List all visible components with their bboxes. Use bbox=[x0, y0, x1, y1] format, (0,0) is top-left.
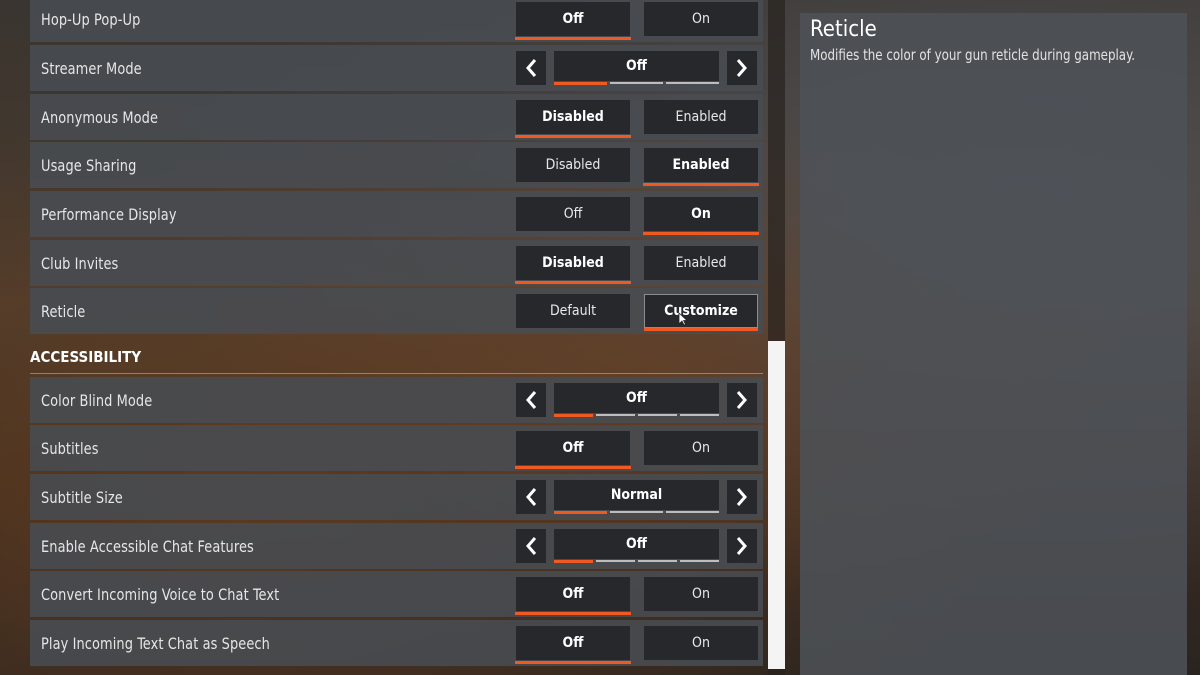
carousel-pip bbox=[554, 560, 593, 563]
carousel-pip bbox=[638, 414, 677, 416]
setting-row-color-blind-mode: Color Blind Mode Off bbox=[30, 377, 763, 423]
option-on-button[interactable]: On bbox=[644, 577, 758, 611]
carousel-pip bbox=[680, 560, 719, 562]
setting-label: Subtitles bbox=[41, 438, 99, 458]
carousel-pip bbox=[666, 511, 719, 513]
description-panel: Reticle Modifies the color of your gun r… bbox=[800, 13, 1187, 675]
option-off-button[interactable]: Off bbox=[516, 197, 630, 231]
carousel-indicator bbox=[554, 560, 719, 563]
carousel-pip bbox=[554, 414, 593, 417]
option-disabled-button[interactable]: Disabled bbox=[516, 148, 630, 182]
description-text: Modifies the color of your gun reticle d… bbox=[810, 46, 1135, 64]
carousel-pip bbox=[666, 82, 719, 84]
setting-row-usage-sharing: Usage Sharing Disabled Enabled bbox=[30, 142, 763, 188]
option-disabled-button[interactable]: Disabled bbox=[515, 246, 631, 284]
carousel-value: Off bbox=[554, 383, 719, 413]
option-default-button[interactable]: Default bbox=[516, 294, 630, 328]
carousel-indicator bbox=[554, 511, 719, 514]
description-title: Reticle bbox=[810, 17, 877, 42]
scrollbar-thumb[interactable] bbox=[768, 341, 785, 669]
option-enabled-button[interactable]: Enabled bbox=[644, 100, 758, 134]
setting-label: Club Invites bbox=[41, 253, 119, 273]
carousel-value: Normal bbox=[554, 480, 719, 510]
carousel-pip bbox=[610, 511, 663, 513]
setting-label: Color Blind Mode bbox=[41, 390, 153, 410]
setting-label: Streamer Mode bbox=[41, 58, 142, 78]
setting-row-convert-incoming-voice-to-chat-text: Convert Incoming Voice to Chat Text Off On bbox=[30, 571, 763, 617]
setting-row-streamer-mode: Streamer Mode Off bbox=[30, 45, 763, 91]
carousel-pip bbox=[680, 414, 719, 416]
chevron-right-icon[interactable] bbox=[727, 383, 757, 417]
setting-row-subtitles: Subtitles Off On bbox=[30, 425, 763, 471]
carousel-pip bbox=[554, 511, 607, 514]
setting-row-club-invites: Club Invites Disabled Enabled bbox=[30, 240, 763, 286]
chevron-left-icon[interactable] bbox=[516, 529, 546, 563]
setting-label: Performance Display bbox=[41, 204, 177, 224]
setting-label: Hop-Up Pop-Up bbox=[41, 9, 141, 29]
option-off-button[interactable]: Off bbox=[515, 2, 631, 40]
option-on-button[interactable]: On bbox=[644, 431, 758, 465]
option-disabled-button[interactable]: Disabled bbox=[515, 100, 631, 138]
setting-row-hop-up-pop-up: Hop-Up Pop-Up Off On bbox=[30, 0, 763, 42]
option-enabled-button[interactable]: Enabled bbox=[644, 246, 758, 280]
setting-label: Play Incoming Text Chat as Speech bbox=[41, 633, 270, 653]
chevron-right-icon[interactable] bbox=[727, 529, 757, 563]
setting-label: Anonymous Mode bbox=[41, 107, 159, 127]
setting-row-reticle: Reticle Default Customize bbox=[30, 288, 763, 334]
option-on-button[interactable]: On bbox=[644, 626, 758, 660]
option-on-button[interactable]: On bbox=[644, 2, 758, 36]
option-off-button[interactable]: Off bbox=[515, 431, 631, 469]
setting-row-play-incoming-text-chat-as-speech: Play Incoming Text Chat as Speech Off On bbox=[30, 620, 763, 666]
carousel-pip bbox=[638, 560, 677, 562]
setting-row-enable-accessible-chat-features: Enable Accessible Chat Features Off bbox=[30, 523, 763, 569]
carousel-indicator bbox=[554, 82, 719, 85]
setting-row-performance-display: Performance Display Off On bbox=[30, 191, 763, 237]
option-enabled-button[interactable]: Enabled bbox=[643, 148, 759, 186]
carousel-pip bbox=[596, 414, 635, 416]
option-off-button[interactable]: Off bbox=[515, 626, 631, 664]
chevron-left-icon[interactable] bbox=[516, 383, 546, 417]
setting-label: Reticle bbox=[41, 301, 86, 321]
setting-label: Subtitle Size bbox=[41, 487, 123, 507]
carousel-value: Off bbox=[554, 51, 719, 81]
carousel-pip bbox=[596, 560, 635, 562]
carousel-indicator bbox=[554, 414, 719, 417]
chevron-left-icon[interactable] bbox=[516, 480, 546, 514]
option-off-button[interactable]: Off bbox=[515, 577, 631, 615]
carousel-pip bbox=[554, 82, 607, 85]
mouse-cursor-icon bbox=[678, 312, 688, 326]
setting-label: Usage Sharing bbox=[41, 155, 137, 175]
setting-label: Enable Accessible Chat Features bbox=[41, 536, 254, 556]
chevron-right-icon[interactable] bbox=[727, 51, 757, 85]
option-customize-button[interactable]: Customize bbox=[644, 294, 758, 331]
setting-label: Convert Incoming Voice to Chat Text bbox=[41, 584, 280, 604]
carousel-value: Off bbox=[554, 529, 719, 559]
chevron-left-icon[interactable] bbox=[516, 51, 546, 85]
carousel-pip bbox=[610, 82, 663, 84]
chevron-right-icon[interactable] bbox=[727, 480, 757, 514]
setting-row-subtitle-size: Subtitle Size Normal bbox=[30, 474, 763, 520]
setting-row-anonymous-mode: Anonymous Mode Disabled Enabled bbox=[30, 94, 763, 140]
option-on-button[interactable]: On bbox=[643, 197, 759, 235]
section-header-accessibility: ACCESSIBILITY bbox=[30, 340, 763, 374]
